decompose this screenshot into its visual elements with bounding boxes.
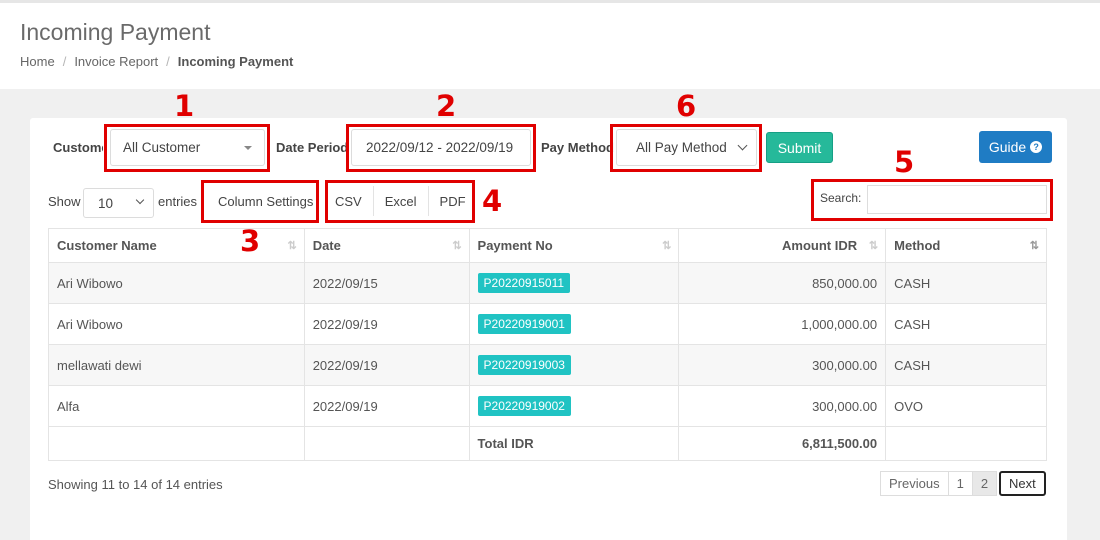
payment-no-badge[interactable]: P20220919003 (477, 355, 571, 375)
submit-button[interactable]: Submit (766, 132, 833, 163)
table-row: Alfa 2022/09/19 P20220919002 300,000.00 … (48, 385, 1047, 427)
annotation-box-export (325, 180, 475, 223)
cell-customer: Ari Wibowo (48, 303, 305, 345)
pagination-page-1[interactable]: 1 (947, 471, 973, 496)
chevron-down-icon (135, 195, 145, 205)
column-header-method[interactable]: Method ⇅ (885, 228, 1047, 263)
show-label: Show (48, 194, 81, 209)
pay-method-label: Pay Method (541, 140, 614, 155)
breadcrumb: Home / Invoice Report / Incoming Payment (20, 54, 293, 69)
total-value: 6,811,500.00 (678, 426, 887, 461)
cell-method: CASH (885, 344, 1047, 386)
cell-empty (885, 426, 1047, 461)
entries-select[interactable]: 10 (83, 188, 154, 218)
breadcrumb-invoice-report[interactable]: Invoice Report (74, 54, 158, 69)
annotation-box-pay-method (610, 124, 762, 172)
cell-amount: 300,000.00 (678, 385, 887, 427)
cell-date: 2022/09/19 (303, 385, 470, 427)
page-header: Incoming Payment Home / Invoice Report /… (0, 3, 1100, 89)
date-period-label: Date Period (276, 140, 349, 155)
annotation-box-date-period (346, 124, 536, 172)
pagination-previous[interactable]: Previous (880, 471, 949, 496)
cell-date: 2022/09/19 (303, 303, 470, 345)
annotation-marker-4: 4 (482, 184, 503, 218)
cell-amount: 1,000,000.00 (678, 303, 887, 345)
cell-amount: 850,000.00 (678, 262, 887, 304)
sort-icon: ⇅ (868, 240, 878, 252)
breadcrumb-home[interactable]: Home (20, 54, 55, 69)
question-circle-icon: ? (1030, 141, 1043, 153)
cell-payment-no: P20220919001 (468, 303, 680, 345)
column-header-date[interactable]: Date ⇅ (303, 228, 470, 263)
pagination-page-2[interactable]: 2 (971, 471, 998, 496)
pagination: Previous 1 2 Next (880, 471, 1046, 496)
column-header-amount-idr[interactable]: Amount IDR ⇅ (678, 228, 887, 263)
total-label: Total IDR (468, 426, 680, 461)
customer-label: Customer (53, 140, 103, 155)
cell-empty (48, 426, 305, 461)
table-header-row: Customer Name ⇅ Date ⇅ Payment No ⇅ Amount … (48, 228, 1047, 263)
sort-icon: ⇅ (287, 240, 296, 252)
table-row: Ari Wibowo 2022/09/15 P20220915011 850,0… (48, 262, 1047, 304)
table-row: Ari Wibowo 2022/09/19 P20220919001 1,000… (48, 303, 1047, 345)
page-title: Incoming Payment (20, 19, 211, 45)
breadcrumb-separator: / (166, 54, 170, 69)
table-row: mellawati dewi 2022/09/19 P20220919003 3… (48, 344, 1047, 386)
entries-label: entries (158, 194, 198, 209)
cell-customer: mellawati dewi (48, 344, 305, 386)
cell-date: 2022/09/15 (303, 262, 470, 304)
annotation-marker-3: 3 (240, 224, 261, 258)
cell-empty (303, 426, 470, 461)
annotation-marker-2: 2 (436, 89, 457, 123)
annotation-box-customer (104, 124, 270, 172)
payment-no-badge[interactable]: P20220915011 (477, 273, 571, 293)
cell-customer: Alfa (48, 385, 305, 427)
cell-method: CASH (885, 303, 1047, 345)
annotation-marker-1: 1 (174, 89, 195, 123)
cell-payment-no: P20220915011 (468, 262, 680, 304)
cell-amount: 300,000.00 (678, 344, 887, 386)
cell-customer: Ari Wibowo (48, 262, 305, 304)
guide-button[interactable]: Guide ? (979, 131, 1052, 163)
guide-label: Guide (988, 139, 1027, 155)
annotation-box-search (811, 179, 1053, 221)
breadcrumb-separator: / (62, 54, 67, 69)
payments-table: Customer Name ⇅ Date ⇅ Payment No ⇅ Amount … (48, 228, 1047, 461)
cell-method: CASH (885, 262, 1047, 304)
column-header-payment-no[interactable]: Payment No ⇅ (468, 228, 680, 263)
breadcrumb-current: Incoming Payment (177, 54, 294, 69)
payment-no-badge[interactable]: P20220919001 (477, 314, 571, 334)
column-header-customer-name[interactable]: Customer Name ⇅ (48, 228, 305, 263)
pagination-next[interactable]: Next (999, 471, 1046, 496)
table-info: Showing 11 to 14 of 14 entries (48, 477, 223, 492)
annotation-marker-6: 6 (676, 89, 697, 123)
cell-method: OVO (885, 385, 1047, 427)
cell-payment-no: P20220919003 (468, 344, 680, 386)
sort-icon: ⇅ (662, 240, 671, 252)
entries-value: 10 (98, 195, 114, 211)
cell-date: 2022/09/19 (303, 344, 470, 386)
annotation-marker-5: 5 (894, 145, 915, 179)
payment-no-badge[interactable]: P20220919002 (477, 396, 571, 416)
table-total-row: Total IDR 6,811,500.00 (48, 426, 1047, 461)
sort-desc-icon: ⇅ (1029, 240, 1039, 252)
annotation-box-column-settings (201, 180, 319, 223)
cell-payment-no: P20220919002 (468, 385, 680, 427)
sort-icon: ⇅ (452, 240, 461, 252)
